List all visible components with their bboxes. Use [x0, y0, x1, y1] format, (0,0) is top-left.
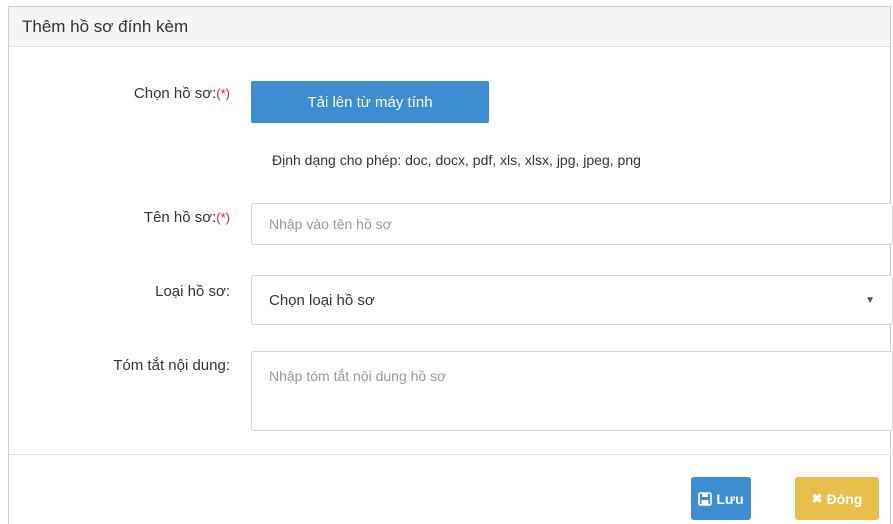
modal-header: Thêm hồ sơ đính kèm: [9, 7, 890, 47]
modal-title: Thêm hồ sơ đính kèm: [22, 16, 189, 36]
name-label: Tên hồ sơ:(*): [143, 209, 230, 226]
upload-from-computer-button[interactable]: Tải lên từ máy tính: [251, 81, 489, 123]
x-icon: ✖: [811, 490, 823, 506]
close-label: Đóng: [826, 490, 863, 507]
file-name-input[interactable]: [251, 203, 893, 245]
footer-divider: [9, 454, 890, 455]
required-mark: (*): [216, 210, 230, 225]
file-type-selected: Chọn loại hồ sơ: [269, 291, 375, 309]
attach-file-modal: Thêm hồ sơ đính kèm Chọn hồ sơ:(*) Tải l…: [8, 6, 893, 524]
summary-label: Tóm tắt nội dung:: [113, 357, 230, 374]
close-button[interactable]: ✖ Đóng: [795, 477, 879, 520]
type-label: Loại hồ sơ:: [155, 283, 230, 300]
save-button[interactable]: Lưu: [691, 477, 751, 520]
file-label: Chọn hồ sơ:(*): [133, 85, 230, 102]
allowed-formats-hint: Định dạng cho phép: doc, docx, pdf, xls,…: [272, 152, 641, 168]
required-mark: (*): [216, 86, 230, 101]
summary-textarea[interactable]: [251, 351, 893, 431]
save-label: Lưu: [716, 490, 744, 507]
caret-down-icon: ▼: [865, 294, 875, 306]
file-type-select[interactable]: Chọn loại hồ sơ ▼: [251, 275, 893, 325]
floppy-disk-icon: [698, 491, 713, 506]
